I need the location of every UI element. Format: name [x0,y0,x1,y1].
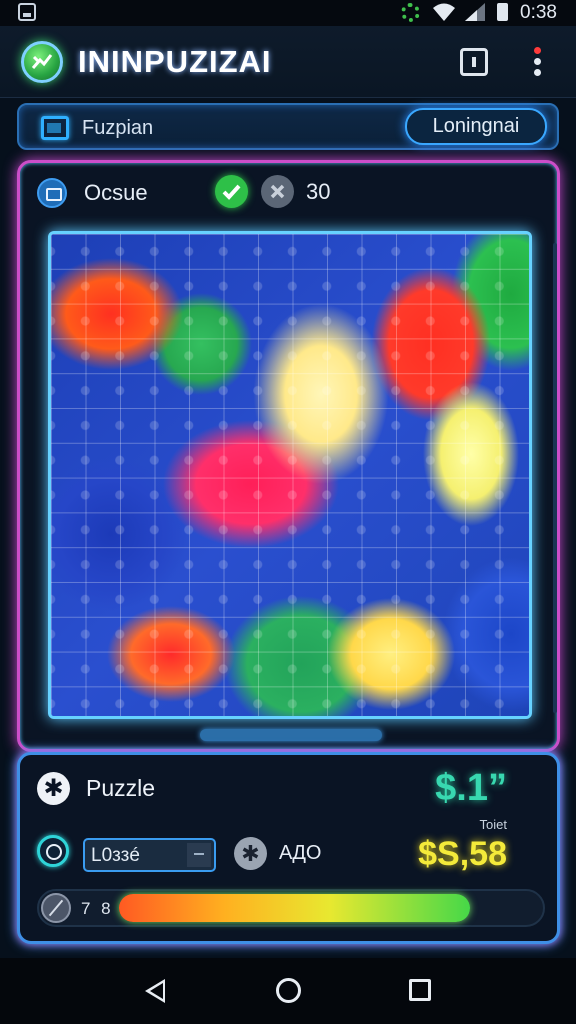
level-dropdown[interactable]: L0ззé [83,838,216,872]
info-panel: ✱ Puzzle $.1” Toiet L0ззé ✱ AДO $S,58 7 … [17,752,560,944]
app-logo-icon[interactable] [21,41,63,83]
puzzle-piece-knobs [51,234,529,716]
total-value: $S,58 [418,835,507,873]
progress-bar[interactable]: 7 8 [37,889,545,927]
price-label: Toiet [479,817,507,832]
search-bar[interactable]: Fuzpian Loningnai [17,103,559,150]
lock-icon[interactable] [37,835,69,867]
horizontal-scrollbar[interactable] [200,729,382,741]
star-icon: ✱ [37,772,70,805]
price-value: $.1” [435,767,507,809]
info-title: Puzzle [86,775,156,801]
close-icon[interactable] [261,175,294,208]
home-icon[interactable] [276,978,301,1003]
more-menu-icon[interactable] [530,45,546,79]
panel-title: Ocsue [84,180,148,205]
back-icon[interactable] [145,979,165,1003]
add-icon[interactable]: ✱ [234,837,267,870]
search-label: Fuzpian [82,117,154,139]
progress-text: 7 8 [81,899,114,918]
screen-icon [41,116,69,140]
puzzle-board[interactable] [48,231,532,719]
screenshot-icon [18,3,36,21]
check-icon[interactable] [215,175,248,208]
add-label[interactable]: AДO [279,842,321,865]
robot-icon [37,178,67,208]
puzzle-panel: Ocsue 30 [17,160,560,752]
navigation-bar [0,958,576,1024]
recents-icon[interactable] [409,979,431,1001]
battery-icon [497,3,508,21]
search-button[interactable]: Loningnai [405,108,547,145]
gear-icon [401,3,420,22]
app-bar: ININPUZIZAI [0,26,576,98]
clock: 0:38 [520,2,557,23]
status-bar: 0:38 [0,0,576,26]
vertical-scrollbar[interactable] [553,243,557,713]
chevron-down-icon[interactable] [187,843,211,867]
piece-count: 30 [306,179,331,204]
brush-icon [41,893,71,923]
wifi-icon [433,3,455,21]
app-title: ININPUZIZAI [78,44,272,79]
square-button-icon[interactable] [460,48,488,76]
dropdown-value: L0ззé [91,845,140,866]
signal-icon [465,3,485,21]
progress-fill [119,894,470,922]
